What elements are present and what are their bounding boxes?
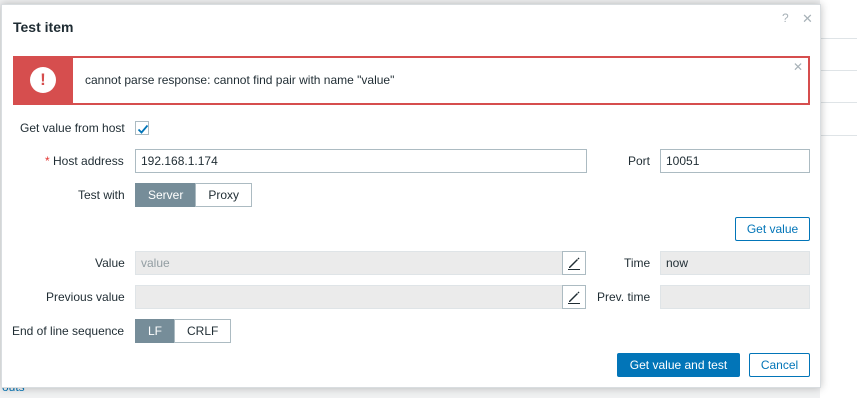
- previous-value-label: Previous value: [46, 290, 125, 304]
- value-label: Value: [95, 256, 125, 270]
- close-icon[interactable]: ✕: [802, 11, 813, 27]
- get-value-from-host-label: Get value from host: [20, 121, 125, 135]
- help-icon[interactable]: ?: [782, 11, 789, 25]
- eol-segmented-control: LF CRLF: [135, 319, 232, 343]
- background-divider: [820, 102, 857, 103]
- get-value-from-host-checkbox[interactable]: [135, 121, 149, 135]
- prev-time-label: Prev. time: [597, 290, 651, 304]
- checkmark-icon: [137, 124, 149, 134]
- exclamation-icon: !: [30, 67, 56, 93]
- background-divider: [820, 70, 857, 71]
- get-value-and-test-button[interactable]: Get value and test: [617, 353, 740, 377]
- test-with-label: Test with: [78, 188, 125, 202]
- dialog-title: Test item: [13, 19, 74, 35]
- error-close-icon[interactable]: ✕: [793, 60, 803, 74]
- previous-value-edit-button[interactable]: [562, 285, 586, 309]
- test-item-dialog: Test item ? ✕ ! cannot parse response: c…: [1, 4, 821, 388]
- background-divider: [820, 135, 857, 136]
- eol-lf-option[interactable]: LF: [135, 319, 176, 343]
- background-divider: [820, 38, 857, 39]
- error-message-text: cannot parse response: cannot find pair …: [85, 73, 395, 87]
- pencil-icon: [568, 291, 580, 304]
- background-page: [820, 0, 857, 398]
- required-asterisk: *: [45, 154, 50, 168]
- prev-time-field: [660, 285, 810, 309]
- test-with-segmented-control: Server Proxy: [135, 183, 253, 207]
- error-message-box: ! cannot parse response: cannot find pai…: [13, 56, 810, 105]
- host-address-label: * Host address: [45, 154, 124, 168]
- previous-value-field: [135, 285, 563, 309]
- test-with-proxy-option[interactable]: Proxy: [195, 183, 253, 207]
- cancel-button[interactable]: Cancel: [749, 353, 810, 377]
- time-field: now: [660, 251, 810, 275]
- port-label: Port: [628, 154, 651, 168]
- port-input[interactable]: 10051: [660, 149, 810, 173]
- get-value-button[interactable]: Get value: [735, 217, 810, 241]
- eol-crlf-option[interactable]: CRLF: [174, 319, 232, 343]
- time-label: Time: [624, 256, 651, 270]
- pencil-icon: [568, 257, 580, 270]
- value-edit-button[interactable]: [562, 251, 586, 275]
- error-icon-area: !: [15, 58, 73, 103]
- host-address-input[interactable]: 192.168.1.174: [135, 149, 587, 173]
- host-address-label-text: Host address: [53, 154, 124, 168]
- end-of-line-sequence-label: End of line sequence: [12, 324, 125, 338]
- value-field: value: [135, 251, 563, 275]
- test-with-server-option[interactable]: Server: [135, 183, 197, 207]
